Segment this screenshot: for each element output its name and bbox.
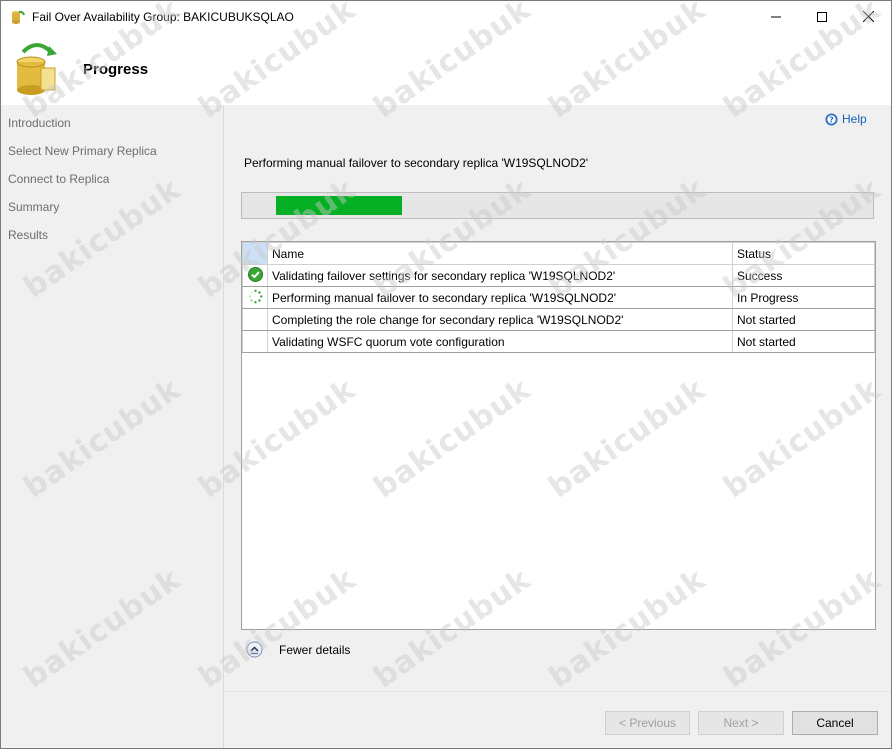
cancel-button[interactable]: Cancel: [792, 711, 878, 735]
wizard-header: Progress: [1, 32, 891, 105]
sidebar-item-introduction[interactable]: Introduction: [8, 116, 71, 130]
row-name: Performing manual failover to secondary …: [267, 286, 733, 309]
wizard-sidebar: Introduction Select New Primary Replica …: [1, 105, 224, 748]
table-row[interactable]: Validating failover settings for seconda…: [242, 264, 875, 287]
window-title: Fail Over Availability Group: BAKICUBUKS…: [32, 10, 294, 24]
row-icon-empty: [242, 330, 268, 353]
footer-divider: [224, 691, 891, 692]
row-icon-empty: [242, 308, 268, 331]
table-row[interactable]: Validating WSFC quorum vote configuratio…: [242, 330, 875, 353]
row-status: In Progress: [732, 286, 875, 309]
collapse-up-icon[interactable]: [246, 641, 263, 658]
grid-header-name[interactable]: Name: [267, 242, 733, 265]
failover-database-icon: [13, 40, 61, 96]
svg-text:?: ?: [829, 115, 834, 124]
table-row[interactable]: Completing the role change for secondary…: [242, 308, 875, 331]
progress-bar: [241, 192, 874, 219]
minimize-button[interactable]: [753, 1, 799, 32]
fewer-details-toggle[interactable]: Fewer details: [246, 641, 350, 658]
fewer-details-label[interactable]: Fewer details: [279, 643, 350, 657]
in-progress-spinner-icon: [242, 286, 268, 309]
status-message: Performing manual failover to secondary …: [244, 156, 589, 170]
wizard-content: ? Help Performing manual failover to sec…: [224, 105, 891, 748]
database-app-icon: [10, 9, 26, 25]
failover-wizard-window: Fail Over Availability Group: BAKICUBUKS…: [0, 0, 892, 749]
close-button[interactable]: [845, 1, 891, 32]
row-status: Not started: [732, 330, 875, 353]
help-link[interactable]: ? Help: [825, 112, 867, 126]
page-title: Progress: [83, 61, 149, 78]
sidebar-item-summary[interactable]: Summary: [8, 200, 59, 214]
maximize-button[interactable]: [799, 1, 845, 32]
row-status: Not started: [732, 308, 875, 331]
help-icon: ?: [825, 113, 838, 125]
help-label[interactable]: Help: [842, 112, 867, 126]
previous-button[interactable]: < Previous: [605, 711, 690, 735]
minimize-icon: [771, 16, 781, 17]
row-name: Validating failover settings for seconda…: [267, 264, 733, 287]
row-name: Completing the role change for secondary…: [267, 308, 733, 331]
grid-header-status[interactable]: Status: [732, 242, 875, 265]
row-status: Success: [732, 264, 875, 287]
close-icon: [862, 11, 874, 22]
row-name: Validating WSFC quorum vote configuratio…: [267, 330, 733, 353]
sidebar-item-connect[interactable]: Connect to Replica: [8, 172, 109, 186]
progress-bar-fill: [276, 196, 402, 215]
table-row[interactable]: Performing manual failover to secondary …: [242, 286, 875, 309]
maximize-icon: [817, 11, 827, 22]
sidebar-item-results[interactable]: Results: [8, 228, 48, 242]
sidebar-item-select-primary[interactable]: Select New Primary Replica: [8, 144, 157, 158]
success-check-icon: [242, 264, 268, 287]
next-button[interactable]: Next >: [698, 711, 784, 735]
grid-header-icon: [242, 242, 268, 265]
progress-details-grid[interactable]: Name Status Validating failover settings…: [241, 241, 876, 630]
title-bar: Fail Over Availability Group: BAKICUBUKS…: [1, 1, 891, 32]
